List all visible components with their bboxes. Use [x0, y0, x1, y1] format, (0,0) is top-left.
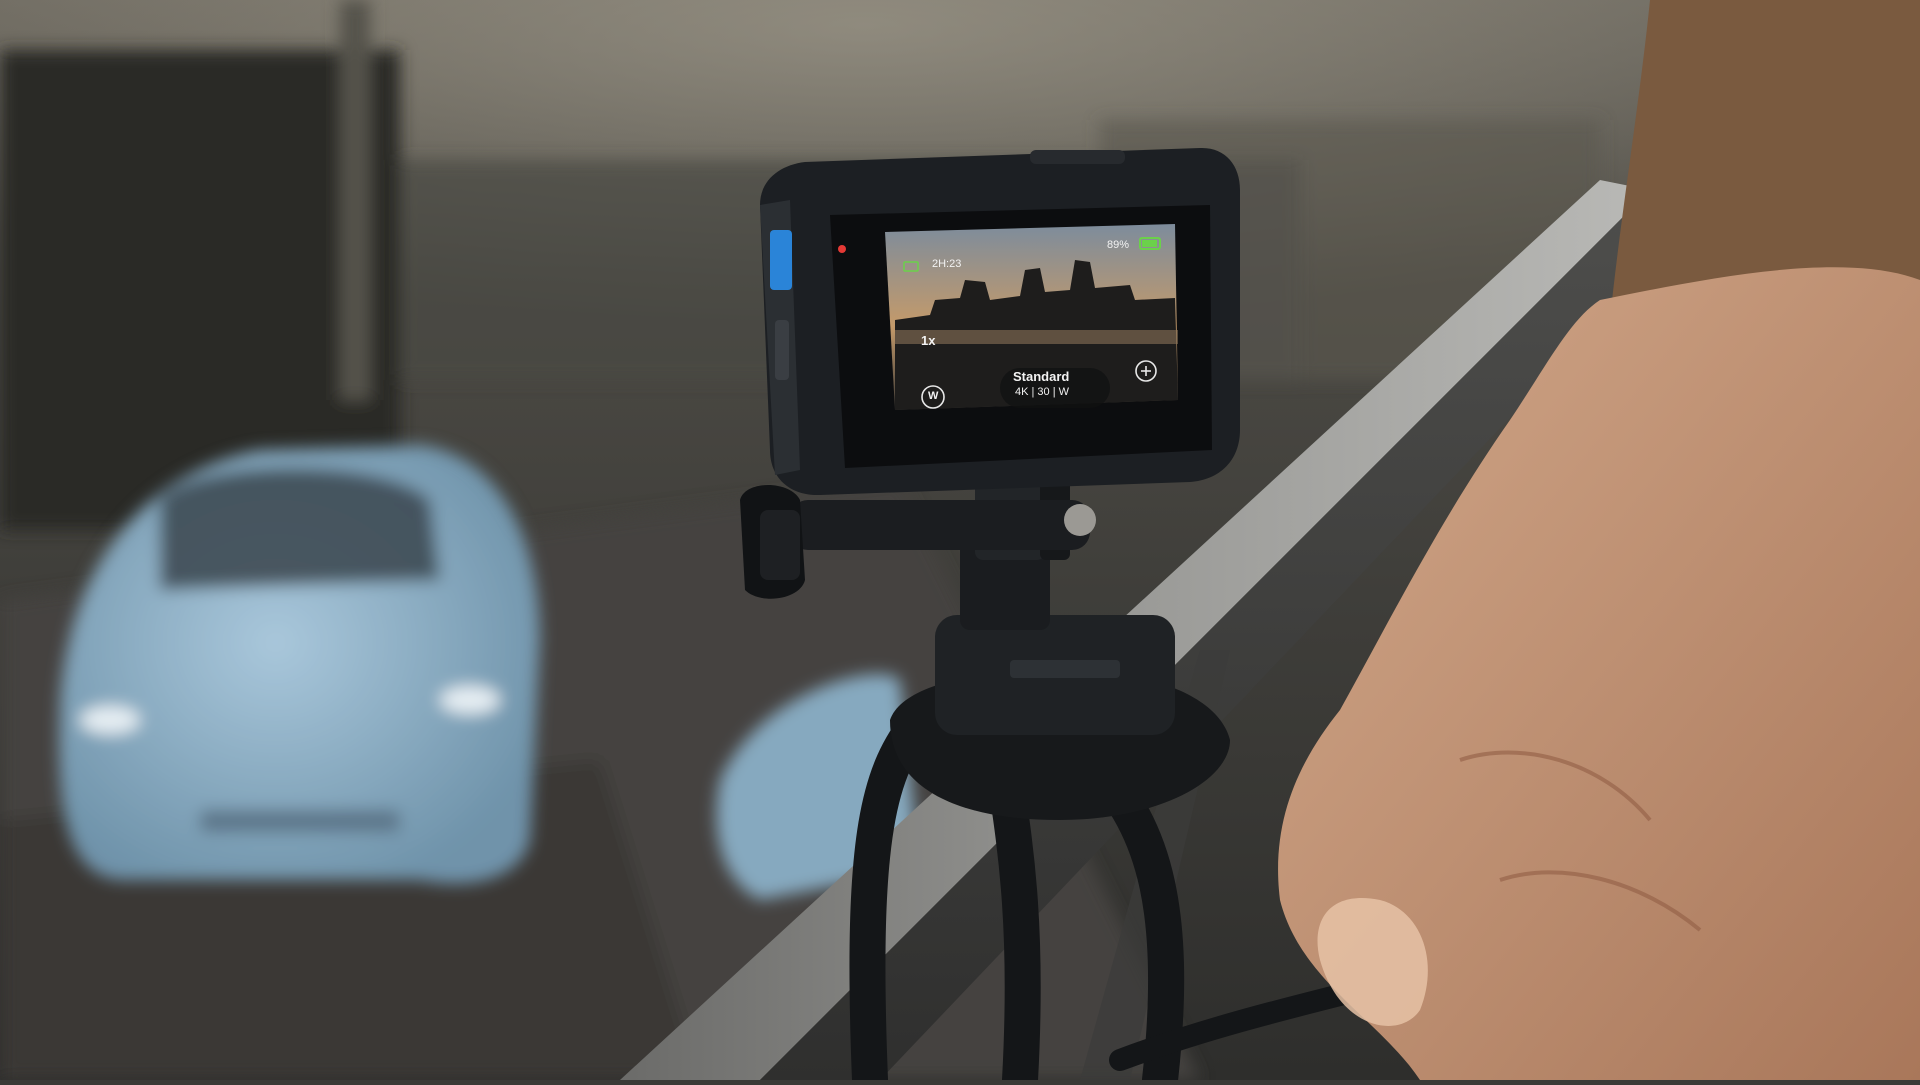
photo-canvas — [0, 0, 1920, 1085]
lens-badge-text: W — [928, 390, 939, 402]
photo-scene: 2H:23 89% 1x Standard 4K | 30 | W W — [0, 0, 1920, 1085]
mode-name-text: Standard — [1013, 369, 1070, 384]
zoom-level-text: 1x — [921, 333, 936, 348]
battery-percent-text: 89% — [1107, 239, 1130, 251]
camera-screen — [830, 205, 1212, 468]
remaining-time-text: 2H:23 — [932, 258, 962, 270]
mode-spec-text: 4K | 30 | W — [1015, 386, 1070, 398]
